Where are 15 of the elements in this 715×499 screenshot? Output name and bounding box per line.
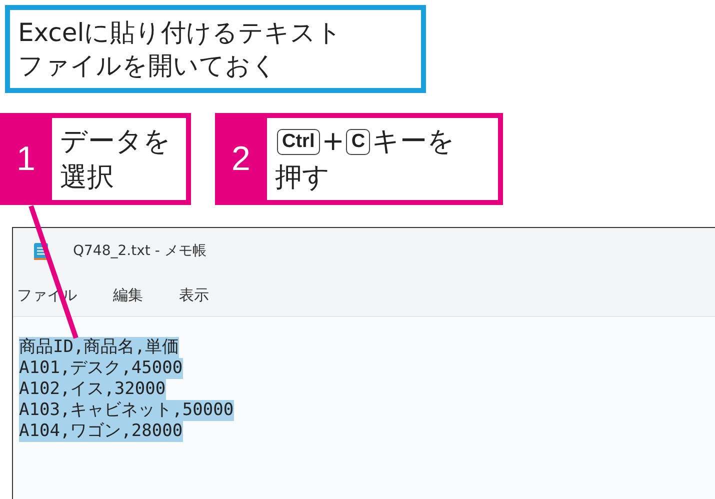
step-text: 選択: [60, 161, 114, 195]
key-cap: C: [346, 129, 370, 155]
step-number: 1: [16, 138, 36, 180]
step-number: 2: [230, 138, 252, 180]
key-cap: Ctrl: [277, 129, 320, 155]
window-title: Q748_2.txt - メモ帳: [73, 242, 206, 260]
text-editor[interactable]: 商品ID,商品名,単価 A101,デスク,45000 A102,イス,32000 A103,キャビネット,50000 A104,ワゴン,28000: [13, 317, 715, 499]
caption-text: Excelに貼り付けるテキスト: [18, 17, 344, 49]
step-text: +: [322, 125, 344, 159]
step-text: 押す: [275, 161, 330, 195]
menu-item[interactable]: 表示: [179, 286, 209, 304]
menu-item[interactable]: 編集: [113, 286, 143, 304]
step-text: データを: [60, 125, 171, 159]
caption-text: ファイルを開いておく: [18, 50, 278, 82]
step-text: キーを: [372, 125, 456, 159]
